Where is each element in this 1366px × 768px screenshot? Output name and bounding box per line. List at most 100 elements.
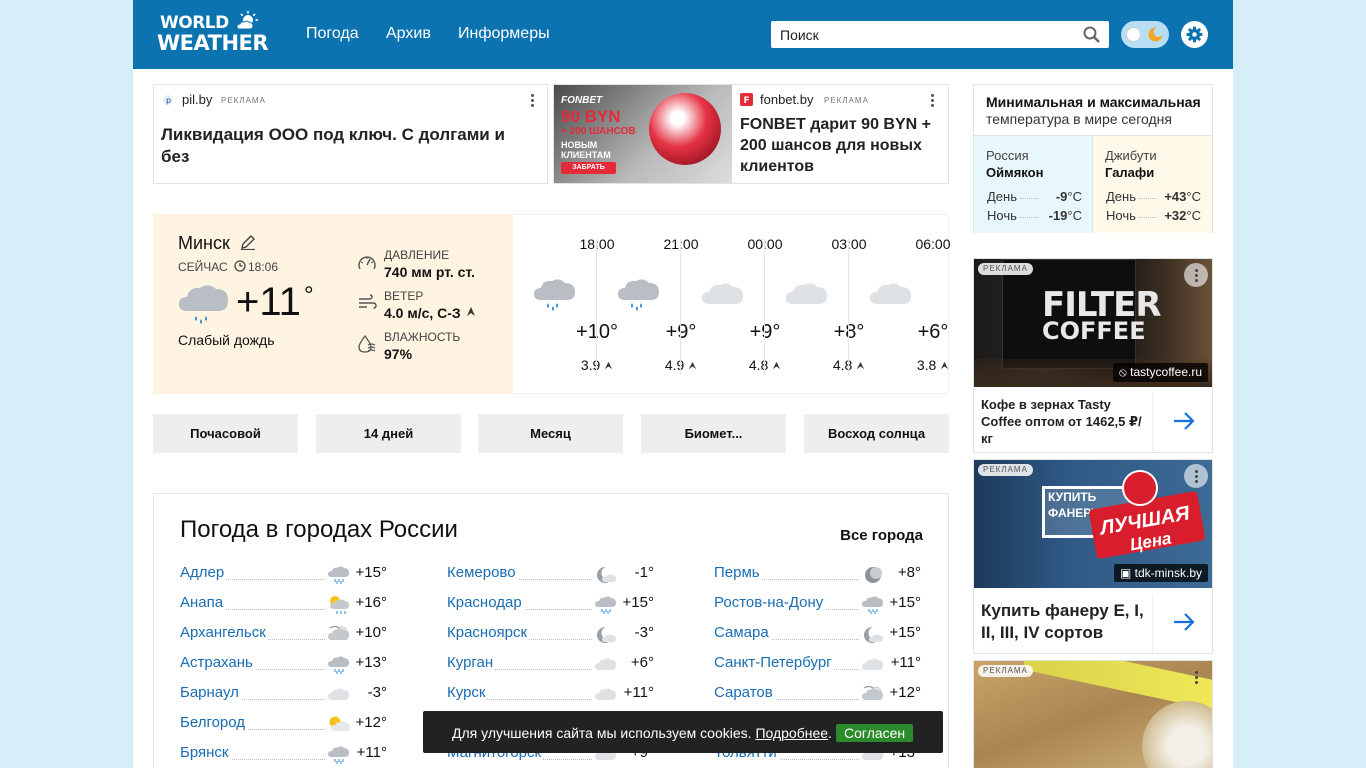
- city-link[interactable]: Архангельск: [180, 624, 268, 641]
- city-row[interactable]: Ростов-на-Дону +15°: [714, 594, 921, 614]
- cookie-more-link[interactable]: Подробнее: [755, 725, 828, 741]
- cloud-sun-icon: [862, 685, 883, 700]
- degree-sign: °: [304, 282, 314, 309]
- ad-image-brand: FONBET: [561, 95, 603, 106]
- city-row[interactable]: Барнаул -3°: [180, 684, 387, 704]
- city-link[interactable]: Саратов: [714, 684, 775, 701]
- ad-menu-icon[interactable]: [1184, 665, 1208, 689]
- ad-fonbet[interactable]: FONBET 90 BYN + 200 ШАНСОВ НОВЫМ КЛИЕНТА…: [553, 84, 949, 184]
- edit-icon[interactable]: [240, 234, 256, 250]
- logo[interactable]: WORLD WEATHER: [157, 11, 269, 57]
- min-night-value: -19: [1048, 208, 1068, 223]
- search-icon[interactable]: [1083, 26, 1100, 43]
- min-temp-card[interactable]: Россия Оймякон День -9°C Ночь -19°C: [974, 135, 1093, 233]
- city-link[interactable]: Курган: [447, 654, 496, 671]
- side-ad-coffee[interactable]: FILTER COFFEE РЕКЛАМА ⦸ tastycoffee.ru К…: [973, 258, 1213, 453]
- city-row[interactable]: Архангельск +10°: [180, 624, 387, 644]
- city-row[interactable]: Санкт-Петербург +11°: [714, 654, 921, 674]
- city-row[interactable]: Астрахань +13°: [180, 654, 387, 674]
- night-label: Ночь: [987, 208, 1017, 223]
- ad-tag: РЕКЛАМА: [978, 464, 1033, 476]
- city-link[interactable]: Курск: [447, 684, 488, 701]
- moon-sun-icon: [1148, 27, 1164, 42]
- city-row[interactable]: Кемерово -1°: [447, 564, 654, 584]
- cookie-accept-button[interactable]: Согласен: [836, 724, 914, 742]
- city-row[interactable]: Пермь +8°: [714, 564, 921, 584]
- tab-biomet[interactable]: Биомет...: [641, 414, 786, 453]
- ad-menu-icon[interactable]: [1184, 464, 1208, 488]
- nav-informers[interactable]: Информеры: [458, 25, 550, 43]
- ad-menu-icon[interactable]: [931, 94, 935, 109]
- side-ad-tape[interactable]: РЕКЛАМА: [973, 660, 1213, 768]
- sun-cloud-logo-icon: [236, 11, 258, 30]
- tab-14-days[interactable]: 14 дней: [316, 414, 461, 453]
- max-night-row: Ночь +32°C: [1106, 208, 1201, 223]
- city-link[interactable]: Кемерово: [447, 564, 518, 581]
- ad-arrow-button[interactable]: [1152, 393, 1212, 452]
- world-minmax: Минимальная и максимальная температура в…: [973, 84, 1213, 233]
- rain-cloud-icon: [534, 279, 575, 311]
- city-link[interactable]: Ростов-на-Дону: [714, 594, 826, 611]
- moon-cloud-icon: [597, 566, 616, 583]
- ad-arrow-button[interactable]: [1152, 594, 1212, 653]
- tab-sunrise[interactable]: Восход солнца: [804, 414, 949, 453]
- tab-hourly[interactable]: Почасовой: [153, 414, 298, 453]
- ad-source: pil.by: [182, 92, 213, 107]
- ad-pil[interactable]: p pil.by РЕКЛАМА Ликвидация ООО под ключ…: [153, 84, 548, 184]
- city-link[interactable]: Красноярск: [447, 624, 530, 641]
- sun-cloud-icon: [329, 716, 350, 731]
- city-row[interactable]: Краснодар +15°: [447, 594, 654, 614]
- settings-button[interactable]: [1181, 21, 1208, 48]
- city-link[interactable]: Краснодар: [447, 594, 524, 611]
- nav-weather[interactable]: Погода: [306, 25, 359, 43]
- forecast-time: 06:00: [915, 236, 951, 252]
- ad-text: Кофе в зернах Tasty Coffee оптом от 1462…: [981, 397, 1142, 446]
- city-link[interactable]: Барнаул: [180, 684, 241, 701]
- ad-menu-icon[interactable]: [1184, 263, 1208, 287]
- city-link[interactable]: Самара: [714, 624, 771, 641]
- current-weather: Минск СЕЙЧАС 18:06 +11 ° Слабый дождь ДА…: [153, 214, 513, 394]
- city-link[interactable]: Белгород: [180, 714, 248, 731]
- ad-menu-icon[interactable]: [531, 94, 535, 109]
- side-ad-plywood[interactable]: КУПИТЬ ФАНЕРУ ЛУЧШАЯ Цена РЕКЛАМА ▣ tdk-…: [973, 459, 1213, 654]
- city-row[interactable]: Белгород +12°: [180, 714, 387, 734]
- city-row[interactable]: Самара +15°: [714, 624, 921, 644]
- ad-text: Купить фанеру E, I, II, III, IV сортов: [981, 601, 1144, 642]
- nav-archive[interactable]: Архив: [386, 25, 431, 43]
- search-input[interactable]: [771, 21, 1071, 48]
- ball-image: [649, 93, 721, 165]
- city-row[interactable]: Красноярск -3°: [447, 624, 654, 644]
- city-row[interactable]: Курган +6°: [447, 654, 654, 674]
- tab-month[interactable]: Месяц: [478, 414, 623, 453]
- city-row[interactable]: Анапа +16°: [180, 594, 387, 614]
- city-row[interactable]: Адлер +15°: [180, 564, 387, 584]
- forecast-wind-value: 3.8: [916, 357, 937, 373]
- ad-tag: РЕКЛАМА: [978, 263, 1033, 275]
- minmax-title: Минимальная и максимальная: [986, 94, 1201, 110]
- pressure-label: ДАВЛЕНИЕ: [384, 248, 450, 262]
- city-link[interactable]: Брянск: [180, 744, 231, 761]
- city-row[interactable]: Брянск +11°: [180, 744, 387, 764]
- max-temp-card[interactable]: Джибути Галафи День +43°C Ночь +32°C: [1093, 135, 1212, 233]
- cookie-text: Для улучшения сайта мы используем cookie…: [452, 725, 832, 741]
- sun-rain-icon: [330, 596, 349, 614]
- city-row[interactable]: Курск +11°: [447, 684, 654, 704]
- city-link[interactable]: Пермь: [714, 564, 762, 581]
- forecast-col: 00:00 +9° 4.8: [681, 215, 783, 395]
- city-link[interactable]: Адлер: [180, 564, 227, 581]
- theme-toggle[interactable]: [1121, 21, 1169, 48]
- city-link[interactable]: Анапа: [180, 594, 226, 611]
- city-temp: +10°: [355, 624, 387, 641]
- svg-text:F: F: [744, 96, 750, 106]
- condition: Слабый дождь: [178, 332, 275, 348]
- forecast-col: 03:00 +8° 4.8: [765, 215, 867, 395]
- city-temp: +12°: [355, 714, 387, 731]
- max-place: Галафи: [1105, 165, 1155, 180]
- all-cities-link[interactable]: Все города: [840, 527, 923, 544]
- current-temp: +11: [236, 280, 301, 324]
- cookie-message: Для улучшения сайта мы используем cookie…: [452, 725, 752, 741]
- city-link[interactable]: Санкт-Петербург: [714, 654, 834, 671]
- pil-logo-icon: p: [163, 95, 173, 105]
- city-row[interactable]: Саратов +12°: [714, 684, 921, 704]
- city-link[interactable]: Астрахань: [180, 654, 255, 671]
